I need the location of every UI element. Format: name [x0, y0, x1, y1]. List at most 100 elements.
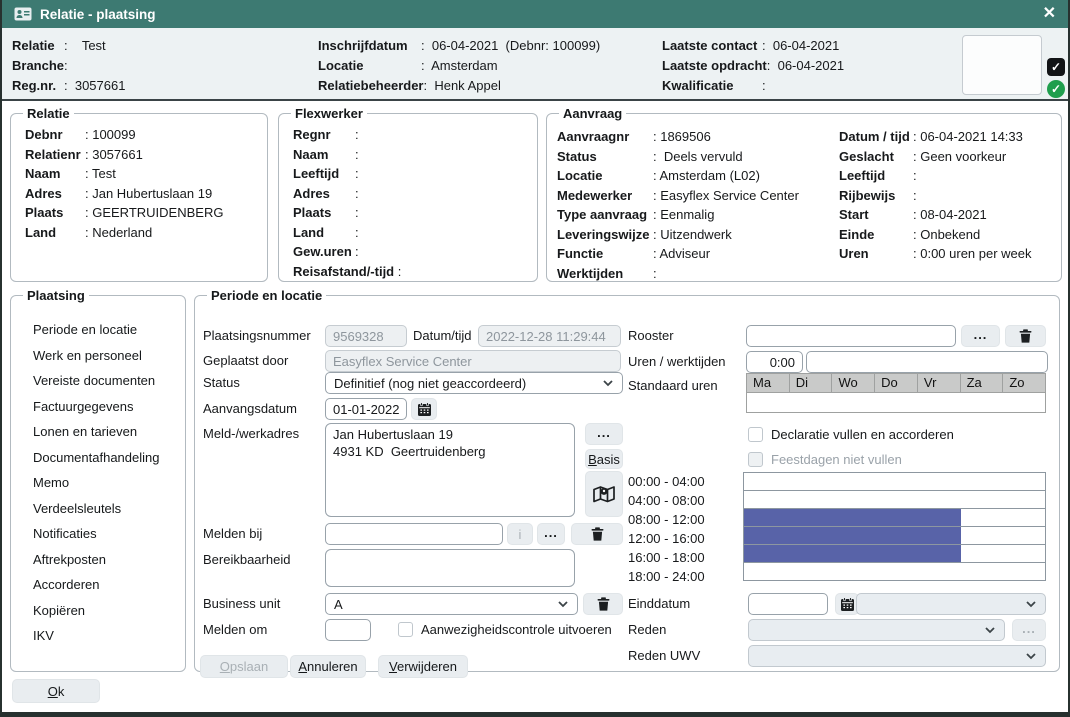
timeslot-label: 12:00 - 16:00 [628, 529, 705, 548]
reden-uwv-label: Reden UWV [628, 645, 700, 667]
timeslot-bar[interactable] [743, 490, 1046, 509]
info-label: Medewerker [557, 186, 653, 206]
sidebar-item-accorderen[interactable]: Accorderen [19, 572, 177, 598]
timeslot-bar[interactable] [743, 508, 1046, 527]
aanvangsdatum-calendar-button[interactable] [411, 398, 437, 420]
info-label: Datum / tijd [839, 127, 913, 147]
sidebar-item-ikv[interactable]: IKV [19, 623, 177, 649]
status-label: Status [203, 372, 240, 394]
info-value: : [913, 186, 917, 206]
sidebar-item-vereiste-documenten[interactable]: Vereiste documenten [19, 368, 177, 394]
info-label: Werktijden [557, 264, 653, 284]
business-unit-delete-button[interactable] [583, 593, 623, 615]
timeslot-bar[interactable] [743, 544, 1046, 563]
basis-button[interactable]: Basis [585, 449, 623, 469]
sidebar-item-werk-en-personeel[interactable]: Werk en personeel [19, 343, 177, 369]
sidebar-item-memo[interactable]: Memo [19, 470, 177, 496]
calendar-icon [840, 597, 855, 612]
trash-icon [597, 597, 610, 611]
group-periode-title: Periode en locatie [207, 288, 326, 303]
timeslot-bar[interactable] [743, 562, 1046, 581]
info-label: Land [25, 223, 85, 243]
timeslot-fill [744, 545, 961, 562]
melden-om-input[interactable] [325, 619, 371, 641]
info-label: Regnr [293, 125, 355, 145]
business-unit-label: Business unit [203, 593, 280, 615]
info-value: : [394, 262, 401, 282]
rooster-input[interactable] [746, 325, 956, 347]
meldwerkadres-textarea[interactable]: Jan Hubertuslaan 19 4931 KD Geertruidenb… [325, 423, 575, 517]
info-value: : Jan Hubertuslaan 19 [85, 184, 212, 204]
uren-input[interactable] [746, 351, 803, 373]
bereikbaarheid-textarea[interactable] [325, 549, 575, 587]
sidebar-item-factuurgegevens[interactable]: Factuurgegevens [19, 394, 177, 420]
summary-value: : 3057661 [64, 76, 125, 96]
timeslot-bar[interactable] [743, 526, 1046, 545]
trash-icon [1019, 329, 1032, 343]
group-relatie: Relatie Debnr: 100099 Relatienr: 3057661… [10, 106, 268, 282]
sidebar-item-kopieren[interactable]: Kopiëren [19, 598, 177, 624]
werktijden-input[interactable] [806, 351, 1048, 373]
info-value: : Test [85, 164, 116, 184]
close-icon[interactable]: ✕ [1043, 6, 1056, 22]
declaratie-checkbox[interactable] [748, 427, 763, 442]
info-label: Rijbewijs [839, 186, 913, 206]
rooster-browse-button[interactable]: ... [961, 325, 1000, 347]
info-label: Functie [557, 244, 653, 264]
timeslot-label: 18:00 - 24:00 [628, 567, 705, 586]
aanvangsdatum-input[interactable] [325, 398, 407, 420]
status-select[interactable]: Definitief (nog niet geaccordeerd) [325, 372, 623, 394]
feestdagen-label: Feestdagen niet vullen [771, 452, 902, 468]
header-summary: Relatie: Test Branche: Reg.nr.: 3057661 … [2, 28, 1068, 101]
annuleren-button[interactable]: Annuleren [290, 655, 366, 678]
title-bar: Relatie - plaatsing ✕ [2, 0, 1068, 28]
info-label: Geslacht [839, 147, 913, 167]
info-value: : Easyflex Service Center [653, 186, 799, 206]
photo-placeholder [962, 35, 1042, 95]
datumtijd-input [478, 325, 621, 347]
timeslot-label: 04:00 - 08:00 [628, 491, 705, 510]
info-value: : 100099 [85, 125, 136, 145]
sidebar-item-documentafhandeling[interactable]: Documentafhandeling [19, 445, 177, 471]
summary-label: Laatste opdracht [662, 56, 767, 76]
day-header: Zo [1003, 373, 1046, 393]
group-aanvraag: Aanvraag Aanvraagnr: 1869506 Status: Dee… [546, 106, 1062, 282]
group-plaatsing-title: Plaatsing [23, 288, 89, 303]
rooster-label: Rooster [628, 325, 674, 347]
rooster-delete-button[interactable] [1005, 325, 1046, 347]
standaard-uren-label: Standaard uren [628, 375, 718, 397]
einddatum-input[interactable] [748, 593, 828, 615]
reden-select [748, 619, 1005, 641]
aanwezigheidscontrole-checkbox[interactable] [398, 622, 413, 637]
sidebar-item-lonen-en-tarieven[interactable]: Lonen en tarieven [19, 419, 177, 445]
checkbox-status-icon[interactable]: ✓ [1047, 58, 1065, 76]
verwijderen-button[interactable]: Verwijderen [378, 655, 468, 678]
ok-button[interactable]: Ok [12, 679, 100, 703]
melden-bij-browse-button[interactable]: ... [537, 523, 565, 545]
info-value: : GEERTRUIDENBERG [85, 203, 223, 223]
sidebar-item-verdeelsleutels[interactable]: Verdeelsleutels [19, 496, 177, 522]
feestdagen-checkbox [748, 452, 763, 467]
business-unit-select[interactable]: A [325, 593, 578, 615]
standaard-uren-table: Ma Di Wo Do Vr Za Zo [746, 373, 1046, 413]
map-button[interactable] [585, 471, 623, 517]
window-title: Relatie - plaatsing [40, 7, 156, 22]
info-label: Gew.uren [293, 242, 355, 262]
info-label: Leeftijd [839, 166, 913, 186]
sidebar-item-aftrekposten[interactable]: Aftrekposten [19, 547, 177, 573]
day-header: Ma [746, 373, 790, 393]
sidebar-item-notificaties[interactable]: Notificaties [19, 521, 177, 547]
melden-bij-delete-button[interactable] [571, 523, 623, 545]
timeslot-fill [744, 509, 961, 526]
melden-bij-info-button: i [507, 523, 533, 545]
timeslot-bar[interactable] [743, 472, 1046, 491]
aanvraag-left-column: Aanvraagnr: 1869506 Status: Deels vervul… [551, 127, 829, 283]
sidebar-item-periode-en-locatie[interactable]: Periode en locatie [19, 317, 177, 343]
meldwerkadres-browse-button[interactable]: ... [585, 423, 623, 445]
day-values-row[interactable] [746, 393, 1046, 413]
geplaatst-door-label: Geplaatst door [203, 350, 288, 372]
melden-bij-input[interactable] [325, 523, 503, 545]
info-value: : Nederland [85, 223, 152, 243]
reden-uwv-select [748, 645, 1046, 667]
info-value: : [355, 242, 359, 262]
